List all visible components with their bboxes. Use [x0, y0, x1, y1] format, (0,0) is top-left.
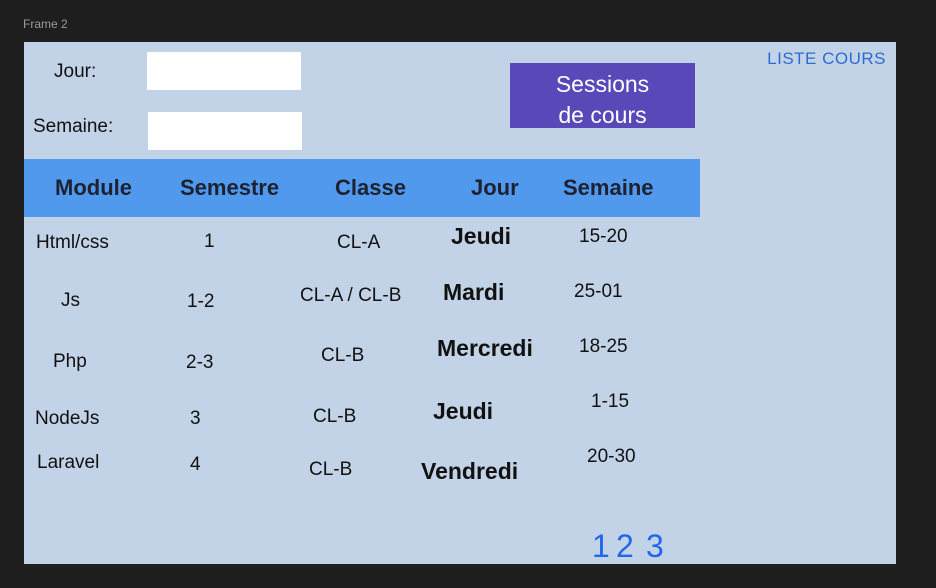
cell-semaine: 25-01	[574, 281, 623, 302]
cell-semaine: 20-30	[587, 446, 636, 467]
cell-module: Html/css	[36, 232, 109, 253]
frame-label: Frame 2	[23, 17, 68, 31]
cell-classe: CL-B	[309, 459, 353, 480]
cell-classe: CL-B	[313, 406, 357, 427]
cell-jour: Jeudi	[433, 398, 494, 424]
cell-semaine: 18-25	[579, 336, 628, 357]
header-module: Module	[55, 175, 132, 200]
page-2-link[interactable]: 2	[616, 528, 634, 565]
header-classe: Classe	[335, 175, 406, 200]
cell-semestre: 4	[190, 454, 201, 475]
cell-semestre: 1	[204, 231, 215, 252]
semaine-label: Semaine:	[33, 116, 114, 137]
table-header: Module Semestre Classe Jour Semaine	[24, 159, 700, 217]
cell-semaine: 15-20	[579, 226, 628, 247]
cell-semestre: 3	[190, 408, 201, 429]
jour-label: Jour:	[54, 61, 97, 82]
sessions-de-cours-button[interactable]: Sessions de cours	[510, 63, 695, 128]
header-semestre: Semestre	[180, 175, 280, 200]
cell-module: NodeJs	[35, 408, 100, 429]
header-semaine: Semaine	[563, 175, 654, 200]
liste-cours-link[interactable]: LISTE COURS	[767, 49, 886, 69]
cell-classe: CL-A	[337, 232, 381, 253]
cell-module: Laravel	[37, 452, 100, 473]
header-jour: Jour	[471, 175, 519, 200]
cell-classe: CL-B	[321, 345, 365, 366]
jour-input[interactable]	[147, 52, 301, 90]
page-1-link[interactable]: 1	[592, 528, 610, 565]
main-frame: Jour: Semaine: Sessions de cours LISTE C…	[24, 42, 896, 564]
cell-jour: Mercredi	[437, 335, 533, 361]
page-3-link[interactable]: 3	[646, 528, 664, 565]
cell-jour: Jeudi	[451, 223, 512, 249]
cell-module: Php	[53, 351, 87, 372]
cell-jour: Vendredi	[421, 458, 519, 484]
cell-classe: CL-A / CL-B	[300, 285, 402, 306]
cell-semaine: 1-15	[591, 391, 630, 412]
cell-module: Js	[61, 290, 80, 311]
cell-semestre: 1-2	[187, 291, 215, 312]
cell-jour: Mardi	[443, 279, 505, 305]
semaine-input[interactable]	[148, 112, 302, 150]
cell-semestre: 2-3	[186, 352, 214, 373]
